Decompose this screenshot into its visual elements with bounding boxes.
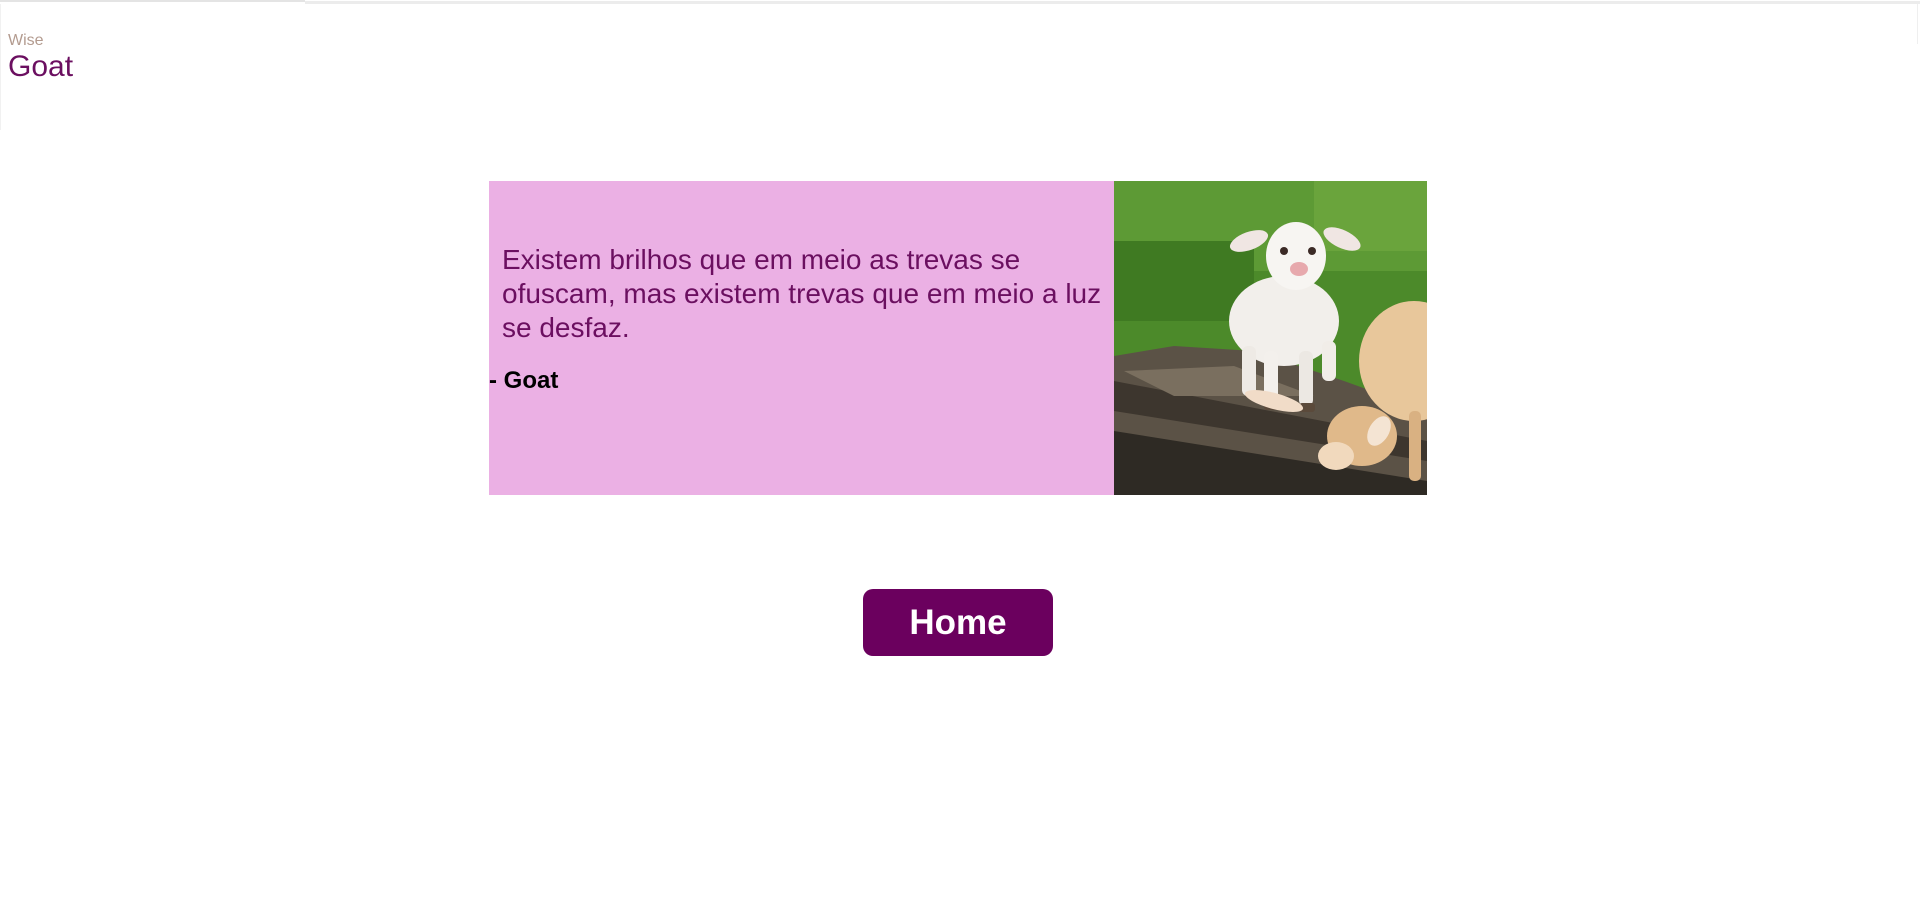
site-logo[interactable]: Wise Goat [8, 31, 73, 83]
top-loading-bar [0, 0, 1920, 4]
quote-card: Existem brilhos que em meio as trevas se… [489, 181, 1427, 495]
goat-photo [1114, 181, 1427, 495]
quote-panel: Existem brilhos que em meio as trevas se… [489, 181, 1114, 495]
home-button[interactable]: Home [863, 589, 1053, 656]
left-edge-line [0, 4, 1, 130]
quote-text: Existem brilhos que em meio as trevas se… [502, 244, 1102, 343]
logo-small-text: Wise [8, 32, 44, 49]
quote-author: - Goat [489, 367, 559, 394]
right-edge-line [1917, 4, 1918, 44]
logo-title: Goat [8, 50, 74, 83]
